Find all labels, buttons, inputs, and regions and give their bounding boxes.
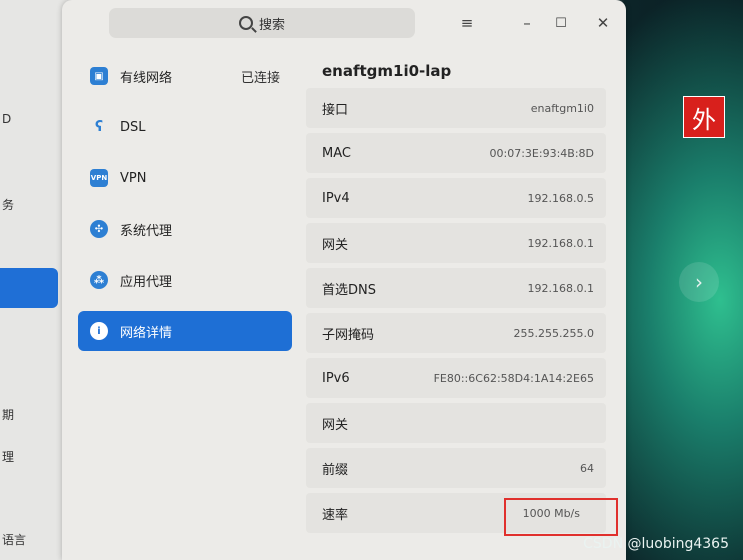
sidebar-item-network-details[interactable]: i 网络详情 (78, 311, 292, 351)
detail-value: 192.168.0.1 (527, 281, 594, 295)
ethernet-icon: ▣ (90, 67, 108, 85)
sidebar-item-label: DSL (120, 119, 146, 135)
detail-row: 首选DNS 192.168.0.1 (306, 268, 606, 308)
sidebar-item-label: 应用代理 (120, 274, 173, 290)
sidebar-item-wired[interactable]: ▣ 有线网络 已连接 (78, 56, 292, 96)
minimize-button[interactable]: – (516, 12, 538, 34)
detail-row: MAC 00:07:3E:93:4B:8D (306, 133, 606, 173)
detail-value: FE80::6C62:58D4:1A14:2E65 (433, 371, 594, 385)
watermark: CSDN @luobing4365 (583, 536, 729, 552)
titlebar: 搜索 ≡ – ☐ ✕ (62, 0, 626, 46)
close-button[interactable]: ✕ (592, 12, 614, 34)
connection-status: 已连接 (240, 70, 280, 86)
left-fragment: 理 (2, 450, 15, 464)
background-selected-item (0, 268, 58, 308)
search-icon (238, 16, 253, 30)
detail-row: 子网掩码 255.255.255.0 (306, 313, 606, 353)
detail-row: 接口 enaftgm1i0 (306, 88, 606, 128)
network-details-panel: enaftgm1i0-lap 接口 enaftgm1i0 MAC 00:07:3… (306, 54, 606, 538)
detail-label: 前缀 (322, 462, 349, 478)
sidebar-item-label: 网络详情 (120, 325, 173, 341)
detail-label: MAC (322, 145, 351, 161)
system-proxy-icon: ✣ (90, 220, 108, 238)
detail-label: 接口 (322, 102, 349, 118)
sidebar-item-label: VPN (120, 170, 147, 186)
detail-row: 网关 (306, 403, 606, 443)
detail-label: 子网掩码 (322, 327, 375, 343)
left-fragment: 务 (2, 198, 15, 212)
sidebar-item-dsl[interactable]: ʕ DSL (78, 107, 292, 147)
vpn-icon: VPN (90, 169, 108, 187)
info-icon: i (90, 322, 108, 340)
connection-title: enaftgm1i0-lap (322, 62, 452, 80)
detail-value: 192.168.0.5 (527, 191, 594, 205)
sidebar-item-label: 有线网络 (120, 70, 173, 86)
detail-label: 网关 (322, 417, 349, 433)
detail-row: 网关 192.168.0.1 (306, 223, 606, 263)
detail-label: 速率 (322, 507, 349, 523)
maximize-button[interactable]: ☐ (550, 12, 572, 34)
detail-label: IPv4 (322, 190, 350, 206)
sidebar-item-app-proxy[interactable]: ⁂ 应用代理 (78, 260, 292, 300)
desktop-badge-icon[interactable]: 外 (683, 96, 725, 138)
detail-value: enaftgm1i0 (530, 101, 594, 115)
app-proxy-icon: ⁂ (90, 271, 108, 289)
speed-highlight-box (504, 498, 618, 536)
next-arrow-button[interactable]: › (679, 262, 719, 302)
search-box[interactable]: 搜索 (109, 8, 415, 38)
dsl-icon: ʕ (94, 119, 104, 135)
sidebar-item-vpn[interactable]: VPN VPN (78, 158, 292, 198)
detail-row: IPv4 192.168.0.5 (306, 178, 606, 218)
left-fragment: 语言 (2, 533, 27, 547)
network-settings-window: 搜索 ≡ – ☐ ✕ ▣ 有线网络 已连接 ʕ DSL VPN VPN ✣ 系统… (62, 0, 626, 560)
left-fragment: D (2, 112, 12, 126)
detail-value: 192.168.0.1 (527, 236, 594, 250)
detail-row: 前缀 64 (306, 448, 606, 488)
network-sidebar: ▣ 有线网络 已连接 ʕ DSL VPN VPN ✣ 系统代理 ⁂ 应用代理 i… (78, 56, 292, 362)
detail-label: 网关 (322, 237, 349, 253)
left-fragment: 期 (2, 408, 15, 422)
detail-value: 255.255.255.0 (513, 326, 594, 340)
background-window: D 务 期 理 语言 (0, 0, 70, 560)
menu-button[interactable]: ≡ (456, 12, 478, 34)
detail-label: IPv6 (322, 370, 350, 386)
search-label: 搜索 (258, 17, 285, 33)
detail-value: 00:07:3E:93:4B:8D (489, 146, 594, 160)
detail-row: IPv6 FE80::6C62:58D4:1A14:2E65 (306, 358, 606, 398)
sidebar-item-system-proxy[interactable]: ✣ 系统代理 (78, 209, 292, 249)
detail-value: 64 (580, 461, 594, 475)
detail-label: 首选DNS (322, 282, 376, 298)
sidebar-item-label: 系统代理 (120, 223, 173, 239)
